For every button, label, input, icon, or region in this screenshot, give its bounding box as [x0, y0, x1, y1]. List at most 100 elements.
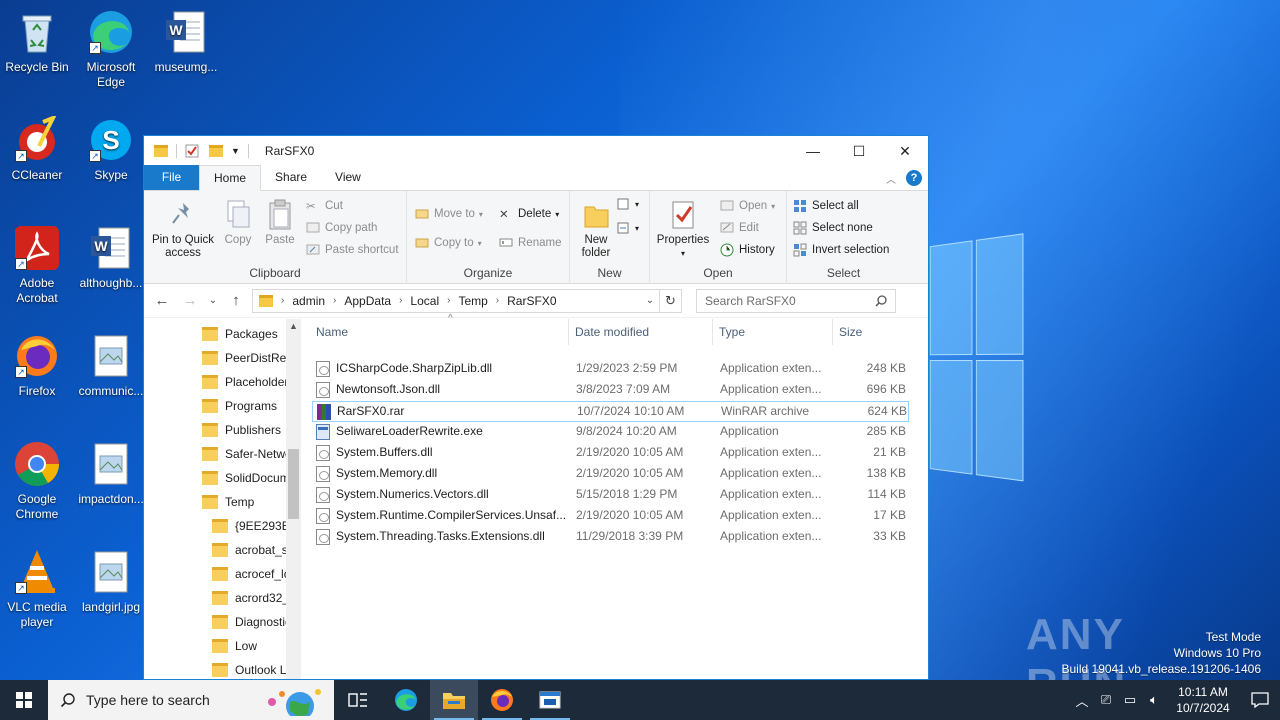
breadcrumb-admin[interactable]: admin [292, 294, 325, 308]
maximize-button[interactable]: ☐ [836, 136, 882, 166]
file-row[interactable]: System.Runtime.CompilerServices.Unsaf...… [312, 506, 909, 527]
copy-path-button[interactable]: Copy path [306, 221, 377, 235]
cut-button[interactable]: ✂ Cut [306, 199, 343, 213]
clock[interactable]: 10:11 AM 10/7/2024 [1166, 684, 1240, 716]
desktop-icon-recycle-bin[interactable]: Recycle Bin [1, 8, 73, 75]
nav-tree-item[interactable]: acrocef_lo [212, 567, 290, 581]
column-header-type[interactable]: Type [713, 319, 833, 345]
taskbar-search-box[interactable]: Type here to search [48, 680, 334, 720]
select-none-button[interactable]: Select none [793, 221, 873, 235]
desktop-icon-museumg[interactable]: W museumg... [150, 8, 222, 75]
desktop-icon-firefox[interactable]: ↗ Firefox [1, 332, 73, 399]
show-hidden-icons-chevron-icon[interactable]: ︿ [1070, 691, 1094, 710]
nav-tree-item[interactable]: Programs [202, 399, 277, 413]
collapse-ribbon-chevron-icon[interactable]: ︿ [886, 171, 896, 186]
navigation-pane[interactable]: Packages PeerDistRep Placeholder Programs Pu… [144, 319, 302, 679]
open-button[interactable]: Open ▾ [720, 199, 775, 213]
rename-button[interactable]: Rename [499, 236, 561, 250]
network-icon[interactable]: ⎚ [1094, 692, 1118, 708]
nav-tree-item[interactable]: Safer-Netwo [202, 447, 292, 461]
edit-button[interactable]: Edit [720, 221, 759, 235]
nav-tree-item[interactable]: PeerDistRep [202, 351, 293, 365]
nav-tree-item[interactable]: acrord32_s [212, 591, 295, 605]
desktop-icon-ccleaner[interactable]: ↗ CCleaner [1, 114, 73, 183]
new-folder-icon[interactable] [209, 145, 223, 157]
display-icon[interactable]: ▭ [1118, 692, 1142, 708]
delete-button[interactable]: ✕ Delete ▾ [499, 207, 559, 221]
nav-tree-item[interactable]: Diagnostic [212, 615, 291, 629]
file-row[interactable]: System.Threading.Tasks.Extensions.dll 11/… [312, 527, 909, 548]
breadcrumb-temp[interactable]: Temp [458, 294, 487, 308]
new-item-button[interactable]: ▾ [616, 197, 639, 211]
column-header-size[interactable]: Size [833, 319, 911, 345]
search-box[interactable]: Search RarSFX0 [696, 288, 896, 313]
minimize-button[interactable]: — [790, 136, 836, 166]
address-dropdown-icon[interactable]: ⌄ [641, 295, 659, 306]
desktop-icon-communic[interactable]: communic... [75, 332, 147, 399]
invert-selection-button[interactable]: Invert selection [793, 243, 889, 257]
paste-button[interactable]: Paste [262, 199, 298, 247]
file-row[interactable]: ICSharpCode.SharpZipLib.dll 1/29/2023 2:5… [312, 359, 909, 380]
file-row[interactable]: SeliwareLoaderRewrite.exe 9/8/2024 10:20 … [312, 422, 909, 443]
nav-tree-item[interactable]: Placeholder [202, 375, 288, 389]
nav-tree-item[interactable]: Temp [202, 495, 254, 509]
close-button[interactable]: ✕ [882, 136, 928, 166]
refresh-icon[interactable]: ↻ [659, 289, 681, 312]
desktop-icon-adobe-acrobat[interactable]: ↗ Adobe Acrobat [1, 224, 73, 306]
file-row[interactable]: RarSFX0.rar 10/7/2024 10:10 AM WinRAR arch… [312, 401, 909, 422]
tab-home[interactable]: Home [199, 165, 262, 191]
select-all-button[interactable]: Select all [793, 199, 859, 213]
pin-to-quick-access-button[interactable]: Pin to Quick access [150, 199, 216, 260]
desktop-icon-landgirl[interactable]: landgirl.jpg [75, 548, 147, 615]
task-view-button[interactable] [334, 680, 382, 720]
scroll-up-icon[interactable]: ▲ [286, 321, 301, 331]
properties-button[interactable]: Properties ▾ [656, 199, 710, 260]
desktop-icon-althoughb[interactable]: W althoughb... [75, 224, 147, 291]
address-bar[interactable]: › admin › AppData › Local › Temp › RarSF… [252, 288, 682, 313]
move-to-button[interactable]: Move to ▾ [415, 207, 483, 221]
taskbar-firefox-button[interactable] [478, 680, 526, 720]
file-list[interactable]: ^ Name Date modified Type Size ICSharpCo… [302, 313, 928, 679]
nav-tree-item[interactable]: Packages [202, 327, 278, 341]
breadcrumb-appdata[interactable]: AppData [344, 294, 391, 308]
tab-file[interactable]: File [144, 165, 199, 190]
desktop-icon-microsoft-edge[interactable]: ↗ Microsoft Edge [75, 8, 147, 90]
nav-tree-item[interactable]: Low [212, 639, 257, 653]
scrollbar-thumb[interactable] [288, 449, 299, 519]
desktop-icon-vlc[interactable]: ↗ VLC media player [1, 548, 73, 630]
column-header-date-modified[interactable]: Date modified [569, 319, 713, 345]
customize-toolbar-chevron-icon[interactable]: ▼ [231, 146, 240, 156]
file-row[interactable]: System.Numerics.Vectors.dll 5/15/2018 1:2… [312, 485, 909, 506]
paste-shortcut-button[interactable]: Paste shortcut [306, 243, 399, 257]
file-row[interactable]: System.Buffers.dll 2/19/2020 10:05 AM Appl… [312, 443, 909, 464]
notifications-button[interactable] [1240, 692, 1280, 708]
copy-button[interactable]: Copy [222, 199, 254, 247]
breadcrumb-local[interactable]: Local [410, 294, 439, 308]
file-row[interactable]: System.Memory.dll 2/19/2020 10:05 AM Appli… [312, 464, 909, 485]
tab-view[interactable]: View [321, 165, 375, 190]
nav-tree-item[interactable]: acrobat_sb [212, 543, 294, 557]
properties-check-icon[interactable] [185, 144, 199, 158]
help-icon[interactable]: ? [906, 170, 922, 186]
taskbar-app-window-button[interactable] [526, 680, 574, 720]
copy-to-button[interactable]: Copy to ▾ [415, 236, 482, 250]
title-bar[interactable]: ▼ RarSFX0 — ☐ ✕ [144, 136, 928, 166]
desktop-icon-skype[interactable]: S ↗ Skype [75, 116, 147, 183]
desktop-icon-impactdon[interactable]: impactdon... [75, 440, 147, 507]
easy-access-button[interactable]: ▾ [616, 221, 639, 235]
up-button[interactable]: ↑ [224, 290, 248, 312]
desktop-icon-google-chrome[interactable]: Google Chrome [1, 440, 73, 522]
start-button[interactable] [0, 680, 48, 720]
nav-tree-item[interactable]: Outlook Lo [212, 663, 293, 677]
nav-tree-item[interactable]: SolidDocum [202, 471, 290, 485]
column-header-name[interactable]: Name [310, 319, 569, 345]
back-button[interactable]: ← [150, 290, 174, 312]
taskbar-edge-button[interactable] [382, 680, 430, 720]
nav-scrollbar[interactable]: ▲ [286, 319, 301, 679]
recent-locations-chevron-icon[interactable]: ⌄ [206, 290, 220, 312]
file-row[interactable]: Newtonsoft.Json.dll 3/8/2023 7:09 AM Appli… [312, 380, 909, 401]
new-folder-button[interactable]: New folder [576, 199, 616, 260]
volume-icon[interactable]: 🔈︎ [1142, 692, 1166, 708]
breadcrumb-rarsfx0[interactable]: RarSFX0 [507, 294, 556, 308]
forward-button[interactable]: → [178, 290, 202, 312]
